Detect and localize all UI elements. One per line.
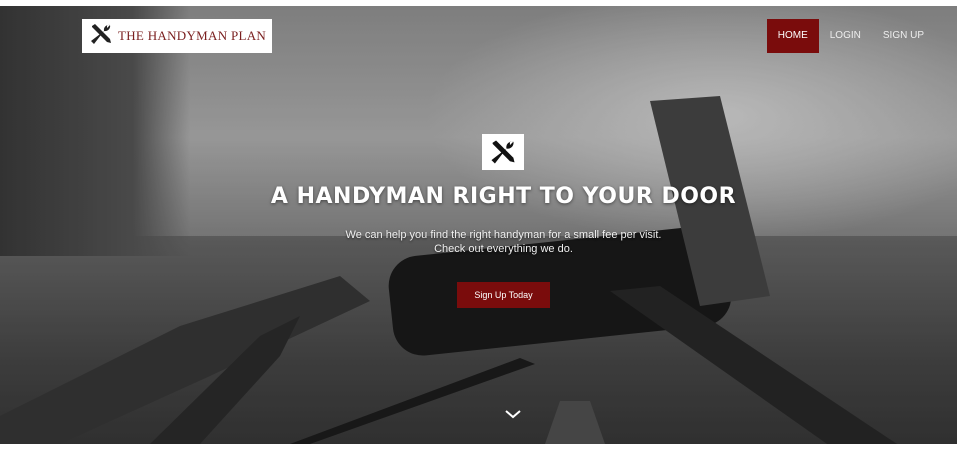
nav-home-link[interactable]: HOME xyxy=(766,19,819,53)
brand-logo[interactable]: THE HANDYMAN PLAN xyxy=(82,19,272,53)
hero-overlay xyxy=(0,6,957,444)
hero-tools-icon xyxy=(482,134,524,170)
nav-login-link[interactable]: LOGIN xyxy=(819,19,872,53)
page: THE HANDYMAN PLAN HOME LOGIN SIGN UP A H… xyxy=(0,0,957,450)
hero-headline: A HANDYMAN RIGHT TO YOUR DOOR xyxy=(270,184,737,209)
hero-subline-2: Check out everything we do. xyxy=(434,243,573,255)
signup-cta-button[interactable]: Sign Up Today xyxy=(457,282,550,308)
nav-signup-link[interactable]: SIGN UP xyxy=(872,19,935,53)
hero-section xyxy=(0,6,957,444)
chevron-down-icon[interactable] xyxy=(504,408,522,420)
brand-name: THE HANDYMAN PLAN xyxy=(118,28,267,43)
main-nav: HOME LOGIN SIGN UP xyxy=(766,19,935,53)
tools-icon xyxy=(491,140,515,164)
tools-icon xyxy=(88,21,114,52)
hero-subline-1: We can help you find the right handyman … xyxy=(345,229,662,241)
